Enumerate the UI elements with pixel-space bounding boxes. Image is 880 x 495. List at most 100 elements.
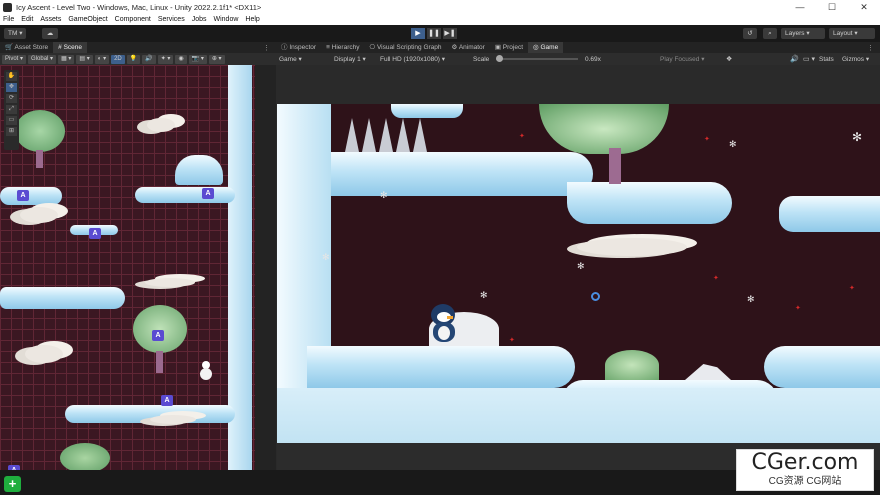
add-icon[interactable]: + bbox=[4, 476, 21, 492]
step-button[interactable]: ▶❚ bbox=[443, 28, 457, 39]
audio-icon[interactable]: 🔊 bbox=[142, 54, 156, 64]
scale-label: Scale bbox=[473, 55, 490, 63]
watermark-line-2: CG资源 CG网站 bbox=[768, 476, 842, 487]
ice-floor bbox=[277, 388, 880, 443]
scene-gizmo-icon[interactable]: A bbox=[89, 228, 101, 239]
layers-dropdown[interactable]: Layers ▾ bbox=[781, 28, 825, 39]
gizmos-button[interactable]: Gizmos ▾ bbox=[842, 55, 869, 63]
main-toolbar: TM ▾ ☁ ▶ ❚❚ ▶❚ ↺ ⌕ Layers ▾ Layout ▾ bbox=[0, 25, 880, 42]
scene-visibility-icon[interactable]: ◉ bbox=[175, 54, 187, 64]
ice-platform-bottom-right bbox=[764, 346, 880, 388]
mute-audio-icon[interactable]: 🔊 bbox=[790, 55, 799, 63]
tab-animator-label: Animator bbox=[458, 44, 485, 51]
scale-slider[interactable] bbox=[496, 55, 578, 62]
frame-debugger-icon[interactable]: ❖ bbox=[726, 55, 732, 63]
penguin-player bbox=[429, 304, 459, 346]
window-title: Icy Ascent - Level Two - Windows, Mac, L… bbox=[16, 2, 262, 12]
ring-pickup bbox=[591, 292, 600, 301]
menu-gameobject[interactable]: GameObject bbox=[68, 16, 107, 23]
window-controls: — ☐ ✕ bbox=[784, 0, 880, 14]
minimize-button[interactable]: — bbox=[784, 0, 816, 14]
red-star-icon: ✦ bbox=[509, 337, 515, 344]
left-panel-menu-icon[interactable]: ⋮ bbox=[263, 44, 270, 52]
menu-component[interactable]: Component bbox=[115, 16, 151, 23]
tab-scene[interactable]: # Scene bbox=[53, 42, 88, 53]
scene-tree-1 bbox=[10, 110, 70, 170]
scene-cloud-5 bbox=[150, 415, 196, 424]
maximize-button[interactable]: ☐ bbox=[816, 0, 848, 14]
rect-tool-icon[interactable]: ▭ bbox=[6, 116, 17, 125]
global-toggle[interactable]: Global ▾ bbox=[28, 54, 57, 64]
tab-visual-scripting-graph[interactable]: ⎔ Visual Scripting Graph bbox=[364, 42, 446, 53]
gizmos-scene-icon[interactable]: ⊕ ▾ bbox=[208, 54, 225, 64]
scene-gizmo-icon[interactable]: A bbox=[202, 188, 214, 199]
tab-game-label: Game bbox=[540, 44, 559, 51]
snowflake-icon: ✻ bbox=[577, 261, 585, 271]
game-view[interactable]: ✻ ✻ ✻ ✻ ✻ ✻ ✻ ✦ ✦ ✦ ✦ ✦ ✦ bbox=[277, 104, 880, 443]
menu-jobs[interactable]: Jobs bbox=[192, 16, 207, 23]
menu-help[interactable]: Help bbox=[245, 16, 259, 23]
red-star-icon: ✦ bbox=[704, 136, 710, 143]
move-tool-icon[interactable]: ✥ bbox=[6, 83, 17, 92]
menu-services[interactable]: Services bbox=[158, 16, 185, 23]
tab-project-label: Project bbox=[502, 44, 524, 51]
tab-inspector[interactable]: ⓘ Inspector bbox=[276, 42, 321, 53]
tab-scene-label: Scene bbox=[63, 44, 83, 51]
close-button[interactable]: ✕ bbox=[848, 0, 880, 14]
display-dropdown[interactable]: Display 1 ▾ bbox=[334, 55, 366, 63]
grid-snap-icon[interactable]: ▦ ▾ bbox=[58, 54, 75, 64]
scene-gizmo-icon[interactable]: A bbox=[152, 330, 164, 341]
tab-game[interactable]: ◎ Game bbox=[528, 42, 564, 53]
shortcuts-icon[interactable]: ▭ ▾ bbox=[803, 55, 815, 63]
cloud-icon[interactable]: ☁ bbox=[42, 28, 58, 39]
account-button[interactable]: TM ▾ bbox=[4, 28, 27, 39]
2d-toggle[interactable]: 2D bbox=[111, 54, 125, 64]
cloud-middle bbox=[577, 238, 687, 256]
tab-hierarchy[interactable]: ≡ Hierarchy bbox=[321, 42, 364, 53]
effects-icon[interactable]: ✦ ▾ bbox=[157, 54, 174, 64]
red-star-icon: ✦ bbox=[849, 285, 855, 292]
tab-project[interactable]: ▣ Project bbox=[490, 42, 528, 53]
scene-gizmo-icon[interactable]: A bbox=[161, 395, 173, 406]
snowflake-icon: ✻ bbox=[729, 139, 737, 149]
tab-asset-store[interactable]: 🛒 Asset Store bbox=[0, 42, 53, 53]
red-star-icon: ✦ bbox=[519, 133, 525, 140]
play-button[interactable]: ▶ bbox=[411, 28, 425, 39]
scene-camera-icon[interactable]: 📷 ▾ bbox=[188, 54, 207, 64]
scene-gizmo-icon[interactable]: A bbox=[17, 190, 29, 201]
snap-increment-icon[interactable]: ▤ ▾ bbox=[76, 54, 93, 64]
scene-ice-arch bbox=[175, 155, 223, 185]
search-icon[interactable]: ⌕ bbox=[763, 28, 777, 39]
transform-tool-icon[interactable]: ⊞ bbox=[6, 127, 17, 136]
pivot-toggle[interactable]: Pivot ▾ bbox=[2, 54, 27, 64]
menu-window[interactable]: Window bbox=[214, 16, 239, 23]
menu-edit[interactable]: Edit bbox=[21, 16, 33, 23]
pause-button[interactable]: ❚❚ bbox=[427, 28, 441, 39]
scale-slider-handle[interactable] bbox=[496, 55, 503, 62]
red-star-icon: ✦ bbox=[713, 275, 719, 282]
menu-file[interactable]: File bbox=[3, 16, 14, 23]
play-focused-dropdown[interactable]: Play Focused ▾ bbox=[660, 55, 704, 63]
rotate-tool-icon[interactable]: ⟳ bbox=[6, 94, 17, 103]
tab-animator[interactable]: ⚙ Animator bbox=[447, 42, 490, 53]
game-view-label: Game bbox=[279, 56, 297, 63]
scale-tool-icon[interactable]: ⤢ bbox=[6, 105, 17, 114]
scene-cloud-2 bbox=[20, 207, 58, 223]
lighting-icon[interactable]: 💡 bbox=[126, 54, 141, 64]
game-view-dropdown[interactable]: Game ▾ bbox=[279, 55, 302, 63]
scene-tool-palette: ✋ ✥ ⟳ ⤢ ▭ ⊞ bbox=[4, 70, 19, 150]
scene-view[interactable]: A A A A A A bbox=[0, 65, 255, 470]
menu-assets[interactable]: Assets bbox=[40, 16, 61, 23]
view-tool-icon[interactable]: ✋ bbox=[6, 72, 17, 81]
right-panel-menu-icon[interactable]: ⋮ bbox=[867, 44, 874, 52]
snowflake-icon: ✻ bbox=[380, 190, 388, 200]
resolution-dropdown[interactable]: Full HD (1920x1080) ▾ bbox=[380, 55, 445, 63]
unity-logo-icon bbox=[3, 2, 12, 12]
history-icon[interactable]: ↺ bbox=[743, 28, 757, 39]
stats-button[interactable]: Stats bbox=[819, 56, 834, 63]
layout-dropdown[interactable]: Layout ▾ bbox=[829, 28, 875, 39]
scene-scrollbar-gutter bbox=[255, 65, 276, 470]
unity-editor-window: Icy Ascent - Level Two - Windows, Mac, L… bbox=[0, 0, 880, 495]
draw-mode-icon[interactable]: ◐ ▾ bbox=[94, 54, 110, 64]
resolution-label: Full HD (1920x1080) bbox=[380, 56, 440, 63]
